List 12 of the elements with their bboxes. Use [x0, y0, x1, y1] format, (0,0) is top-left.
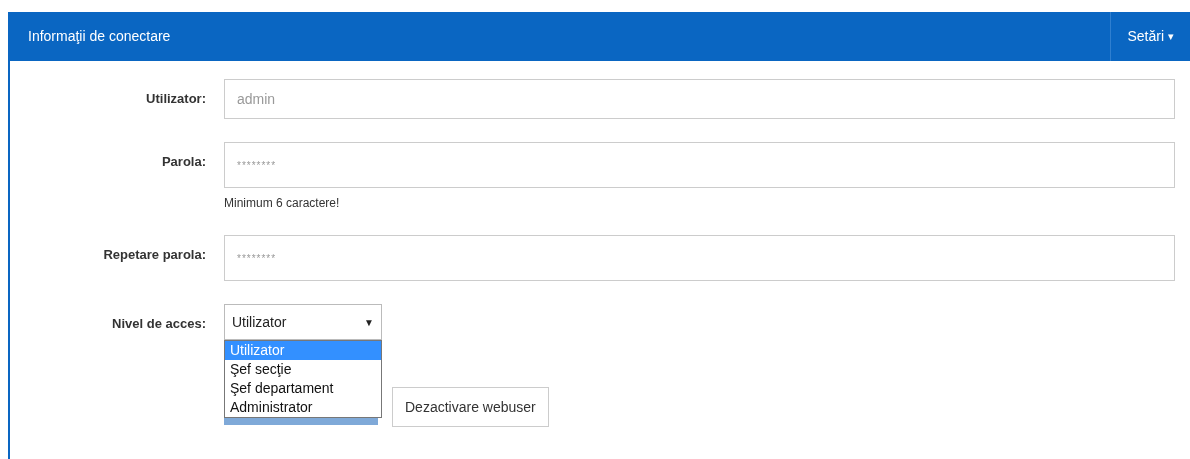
hint-text: Minimum 6 caractere! [224, 195, 341, 212]
dropdown-option[interactable]: Şef departament [225, 379, 381, 398]
deactivate-button[interactable]: Dezactivare webuser [392, 387, 549, 427]
panel-title: Informaţii de conectare [27, 27, 171, 46]
field-label: Utilizator: [145, 90, 206, 108]
dropdown-option[interactable]: Administrator [225, 398, 381, 417]
dropdown[interactable]: Utilizator ▼ [224, 304, 382, 340]
field-label: Nivel de acces: [111, 315, 206, 333]
dropdown-option[interactable]: Şef secţie [225, 360, 381, 379]
settings-menu[interactable]: Setări ▾ [1110, 12, 1190, 61]
field-label: Repetare parola: [102, 246, 206, 264]
field-label: Parola: [160, 153, 206, 171]
